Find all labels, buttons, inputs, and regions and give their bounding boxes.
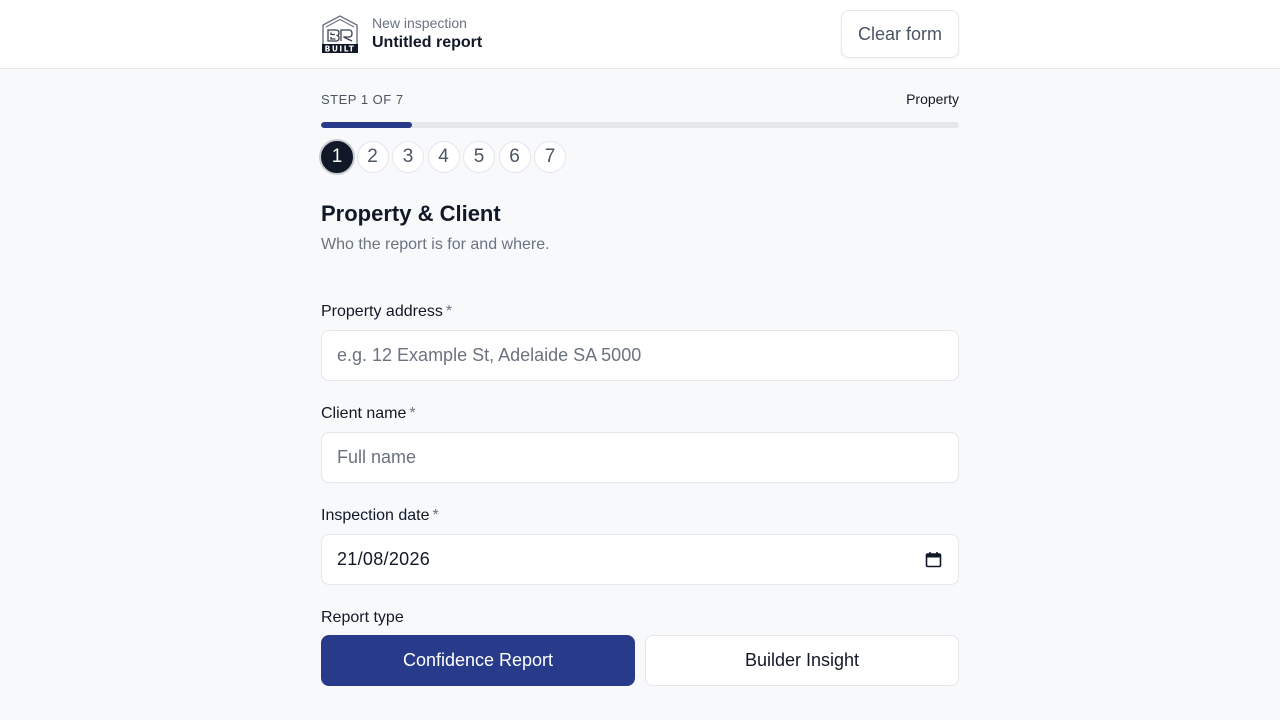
clear-form-button[interactable]: Clear form	[841, 10, 959, 58]
client-name-label-text: Client name	[321, 405, 407, 422]
required-marker: *	[409, 405, 416, 422]
progress-fill	[321, 122, 413, 128]
step-header: STEP 1 OF 7 Property	[321, 91, 959, 107]
header-subtitle: New inspection	[372, 15, 467, 31]
brand-text: New inspection Untitled report	[372, 14, 482, 54]
builder-insight-option[interactable]: Builder Insight	[645, 635, 959, 686]
svg-text:BUILT: BUILT	[325, 45, 356, 54]
required-marker: *	[432, 507, 439, 524]
report-type-selector: Confidence Report Builder Insight	[321, 635, 959, 686]
client-name-label: Client name *	[321, 405, 416, 423]
built-logo-icon: BUILT	[322, 15, 358, 54]
section-title: Property & Client	[321, 201, 501, 226]
inspection-date-label: Inspection date *	[321, 507, 439, 525]
property-address-label-text: Property address	[321, 303, 443, 320]
step-4-button[interactable]: 4	[427, 141, 460, 173]
header-inner: BUILT New inspection Untitled report Cle…	[321, 0, 959, 68]
step-3-button[interactable]: 3	[392, 141, 424, 173]
report-title: Untitled report	[372, 34, 483, 51]
confidence-report-option[interactable]: Confidence Report	[321, 635, 635, 686]
required-marker: *	[445, 303, 453, 320]
step-navigator: 1 2 3 4 5 6 7	[321, 141, 566, 173]
step-5-button[interactable]: 5	[463, 141, 495, 173]
current-step-name: Property	[906, 91, 959, 107]
step-6-button[interactable]: 6	[498, 141, 531, 173]
step-1-button[interactable]: 1	[321, 141, 353, 173]
brand: BUILT New inspection Untitled report	[321, 14, 482, 54]
progress-bar	[321, 122, 959, 128]
client-name-input[interactable]	[321, 432, 959, 483]
report-type-label: Report type	[321, 609, 404, 626]
property-address-input[interactable]	[321, 330, 959, 381]
inspection-date-input[interactable]: 21/08/2026	[321, 534, 959, 585]
property-address-label: Property address *	[321, 303, 452, 321]
section-subtitle: Who the report is for and where.	[321, 236, 550, 253]
inspection-date-value: 21/08/2026	[337, 549, 431, 569]
step-counter: STEP 1 OF 7	[321, 91, 404, 107]
inspection-date-label-text: Inspection date	[321, 507, 430, 524]
step-2-button[interactable]: 2	[356, 141, 389, 173]
step-7-button[interactable]: 7	[534, 141, 566, 173]
calendar-icon[interactable]	[925, 551, 942, 568]
app-header: BUILT New inspection Untitled report Cle…	[0, 0, 1280, 69]
